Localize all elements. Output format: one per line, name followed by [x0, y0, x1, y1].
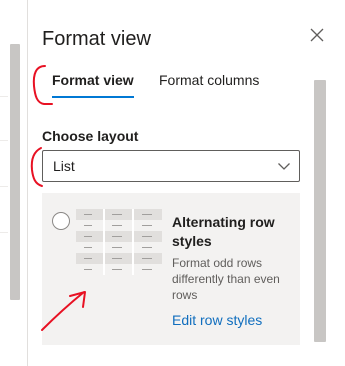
background-scrollbar[interactable] [10, 44, 20, 300]
tab-label: Format view [52, 72, 134, 88]
tab-selected-indicator [52, 96, 134, 98]
layout-dropdown[interactable]: List [42, 150, 300, 182]
background-divider [0, 232, 8, 233]
tab-format-columns[interactable]: Format columns [159, 72, 259, 88]
background-page [0, 0, 28, 366]
close-icon[interactable] [309, 27, 325, 43]
background-divider [0, 186, 8, 187]
tab-format-view[interactable]: Format view [52, 72, 134, 98]
card-title: Alternating row styles [172, 214, 275, 249]
alternating-row-styles-card[interactable]: Alternating row styles Format odd rows d… [42, 193, 300, 345]
chevron-down-icon [278, 163, 290, 170]
card-description: Format odd rows differently than even ro… [172, 256, 280, 302]
choose-layout-label: Choose layout [42, 128, 139, 144]
panel-title: Format view [42, 28, 151, 50]
panel-scrollbar[interactable] [314, 80, 326, 342]
alternating-rows-preview-icon [76, 209, 162, 275]
background-divider [0, 96, 8, 97]
alternating-row-styles-radio[interactable] [52, 212, 70, 230]
edit-row-styles-link[interactable]: Edit row styles [172, 312, 262, 328]
layout-dropdown-value: List [53, 158, 75, 174]
background-divider [0, 140, 8, 141]
tab-label: Format columns [159, 72, 260, 88]
format-view-panel: Format view Format view Format columns C… [28, 0, 345, 366]
